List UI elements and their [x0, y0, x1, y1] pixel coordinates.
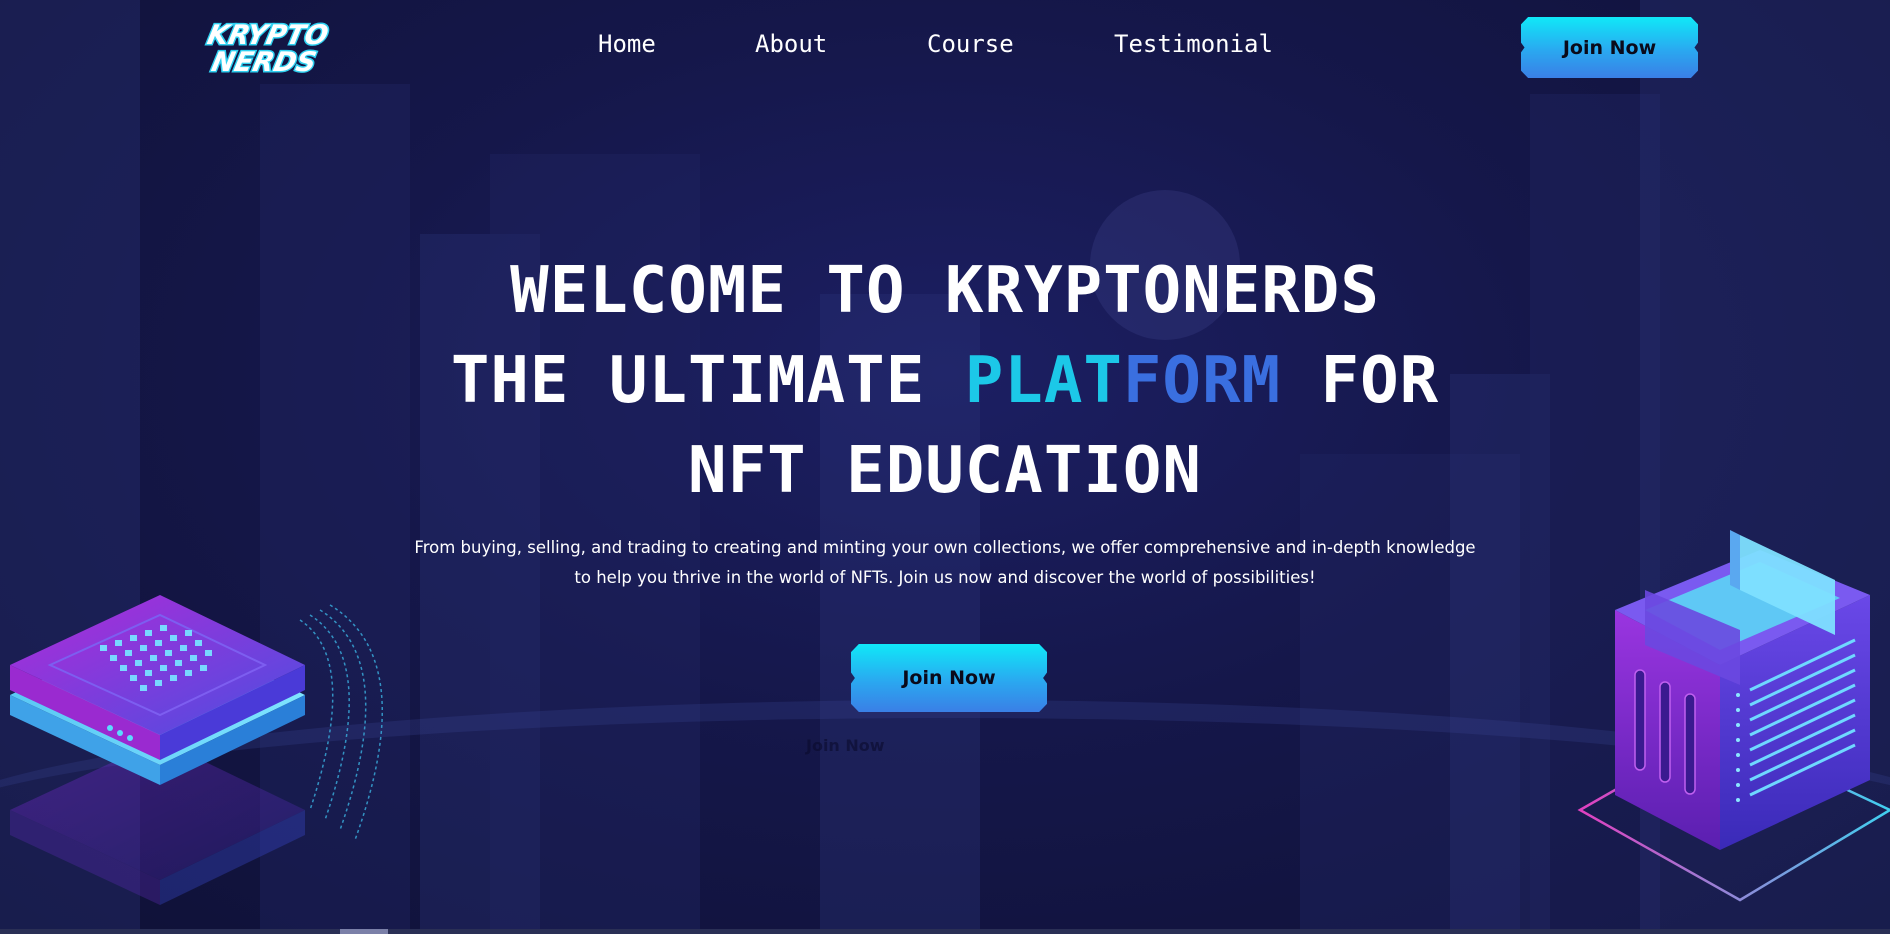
hero-title-line-1: WELCOME TO KRYPTONERDS: [510, 254, 1380, 328]
isometric-data-tower-icon: [1570, 510, 1890, 910]
hero-title-accent-plat: PLAT: [964, 344, 1123, 418]
hero-title: WELCOME TO KRYPTONERDS THE ULTIMATE PLAT…: [345, 246, 1545, 516]
hero-button-reflection: Join Now: [806, 736, 885, 755]
nav-testimonial[interactable]: Testimonial: [1114, 30, 1273, 58]
hero-title-line-2-start: THE ULTIMATE: [450, 344, 965, 418]
landing-page: KRYPTO KRYPTO NERDS NERDS Home About Cou…: [0, 0, 1890, 934]
nav-course[interactable]: Course: [927, 30, 1014, 58]
horizontal-scrollbar-track[interactable]: [0, 929, 1890, 934]
hero-title-line-3: NFT EDUCATION: [688, 434, 1202, 508]
header-join-now-button[interactable]: Join Now: [1521, 17, 1698, 78]
server-chip-stack-icon: [0, 560, 400, 920]
nav-about[interactable]: About: [755, 30, 827, 58]
hero-join-now-button[interactable]: Join Now: [851, 644, 1047, 712]
hero-title-line-2-end: FOR: [1281, 344, 1440, 418]
horizontal-scrollbar-thumb[interactable]: [340, 929, 388, 934]
nav-home[interactable]: Home: [598, 30, 656, 58]
hero-title-accent-form: FORM: [1122, 344, 1282, 418]
hero-title-line-2: THE ULTIMATE PLATFORM FOR: [345, 336, 1545, 426]
hero-subtitle: From buying, selling, and trading to cre…: [414, 538, 1476, 587]
